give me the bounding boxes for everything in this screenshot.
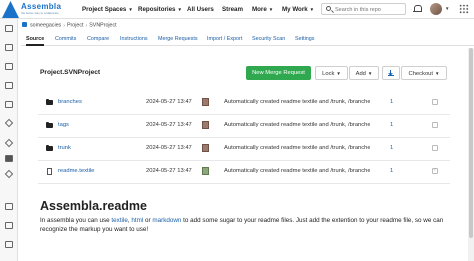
commit-date: 2024-05-27 13:47 xyxy=(146,145,192,151)
list-icon[interactable] xyxy=(5,101,13,108)
file-icon xyxy=(47,168,52,175)
revision-link[interactable]: 1 xyxy=(390,122,393,128)
breadcrumb-project[interactable]: Project xyxy=(67,23,84,29)
author-avatar[interactable] xyxy=(202,98,209,106)
help-icon[interactable] xyxy=(5,241,13,248)
table-row: tags 2024-05-27 13:47 Automatically crea… xyxy=(38,115,450,138)
download-button[interactable] xyxy=(382,66,400,80)
commit-date: 2024-05-27 13:47 xyxy=(146,122,192,128)
chevron-down-icon: ▼ xyxy=(177,7,182,12)
milestones-icon[interactable] xyxy=(4,118,14,128)
revision-link[interactable]: 1 xyxy=(390,168,393,174)
scrollbar[interactable] xyxy=(468,48,474,261)
avatar[interactable] xyxy=(430,3,442,15)
file-name-link[interactable]: tags xyxy=(58,122,69,128)
tab-source[interactable]: Source xyxy=(26,34,45,46)
nav-more[interactable]: More ▼ xyxy=(252,0,273,19)
left-sidebar xyxy=(0,19,18,261)
new-merge-request-button[interactable]: New Merge Request xyxy=(246,66,311,80)
top-bar: Assembla the better way to collaborate P… xyxy=(0,0,474,19)
readme-body: In assembla you can use textile, html or… xyxy=(40,217,444,233)
assembla-logo[interactable]: Assembla the better way to collaborate xyxy=(2,1,74,18)
commit-message: Automatically created readme textile and… xyxy=(224,122,370,128)
file-name-link[interactable]: branches xyxy=(58,99,82,105)
file-name-link[interactable]: trunk xyxy=(58,145,71,151)
back-arrow-icon[interactable] xyxy=(5,25,13,32)
commit-message: Automatically created readme textile and… xyxy=(224,145,370,151)
chevron-down-icon: ▼ xyxy=(268,7,274,12)
logo-icon xyxy=(2,1,19,18)
tab-merge-requests[interactable]: Merge Requests xyxy=(158,34,198,46)
file-table: branches 2024-05-27 13:47 Automatically … xyxy=(38,92,450,184)
nav-project-spaces[interactable]: Project Spaces ▼ xyxy=(82,0,133,19)
breadcrumb-repo[interactable]: SVNProject xyxy=(89,23,116,29)
chevron-down-icon: ▼ xyxy=(435,71,440,76)
folder-icon xyxy=(46,144,53,151)
tab-commits[interactable]: Commits xyxy=(55,34,76,46)
author-avatar[interactable] xyxy=(202,144,209,152)
row-checkbox[interactable] xyxy=(432,122,438,128)
repo-title: Project.SVNProject xyxy=(40,69,101,76)
tab-compare[interactable]: Compare xyxy=(87,34,109,46)
table-row: trunk 2024-05-27 13:47 Automatically cre… xyxy=(38,138,450,161)
search-input[interactable] xyxy=(335,5,403,14)
chevron-down-icon: ▼ xyxy=(309,7,315,12)
source-code-icon[interactable] xyxy=(5,155,13,162)
grid-icon[interactable] xyxy=(459,4,469,14)
tab-import-export[interactable]: Import / Export xyxy=(207,34,242,46)
commit-date: 2024-05-27 13:47 xyxy=(146,99,192,105)
chevron-down-icon: ▼ xyxy=(336,71,341,76)
checkout-button[interactable]: Checkout ▼ xyxy=(401,66,447,80)
space-icon xyxy=(22,22,27,27)
tab-security-scan[interactable]: Security Scan xyxy=(252,34,285,46)
table-row: readme.textile 2024-05-27 13:47 Automati… xyxy=(38,161,450,184)
settings-icon[interactable] xyxy=(5,222,13,229)
lock-button[interactable]: Lock ▼ xyxy=(315,66,348,80)
author-avatar[interactable] xyxy=(202,167,209,175)
row-checkbox[interactable] xyxy=(432,99,438,105)
textile-link[interactable]: textile xyxy=(111,217,127,224)
folder-icon xyxy=(46,121,53,128)
table-row: branches 2024-05-27 13:47 Automatically … xyxy=(38,92,450,115)
add-button[interactable]: Add ▼ xyxy=(349,66,379,80)
row-checkbox[interactable] xyxy=(432,167,438,174)
chevron-down-icon: ▼ xyxy=(367,71,373,76)
row-checkbox[interactable] xyxy=(432,145,438,151)
users-icon[interactable] xyxy=(5,203,13,210)
folder-icon xyxy=(46,98,53,105)
logo-tagline: the better way to collaborate xyxy=(21,11,59,15)
html-link[interactable]: html xyxy=(131,217,143,224)
nav-my-work[interactable]: My Work ▼ xyxy=(282,0,314,19)
commit-message: Automatically created readme textile and… xyxy=(224,168,370,174)
markdown-link[interactable]: markdown xyxy=(152,217,181,224)
nav-all-users[interactable]: All Users xyxy=(187,0,214,19)
documents-icon[interactable] xyxy=(5,63,13,70)
merge-icon[interactable] xyxy=(4,169,14,179)
search-icon[interactable] xyxy=(326,6,331,11)
file-name-link[interactable]: readme.textile xyxy=(58,168,94,174)
repo-icon[interactable] xyxy=(4,138,14,148)
tab-settings[interactable]: Settings xyxy=(295,34,314,46)
breadcrumb-space[interactable]: someegacies xyxy=(30,23,61,29)
tab-instructions[interactable]: Instructions xyxy=(120,34,148,46)
commit-message: Automatically created readme textile and… xyxy=(224,99,370,105)
nav-stream[interactable]: Stream xyxy=(222,0,243,19)
scroll-thumb[interactable] xyxy=(469,48,473,238)
nav-repositories[interactable]: Repositories ▼ xyxy=(138,0,182,19)
bell-icon[interactable] xyxy=(412,4,422,14)
chevron-down-icon: ▼ xyxy=(128,7,133,12)
logo-text: Assembla xyxy=(21,2,62,11)
chevron-down-icon[interactable]: ▼ xyxy=(445,6,449,11)
author-avatar[interactable] xyxy=(202,121,209,129)
readme-title: Assembla.readme xyxy=(40,199,148,213)
tickets-icon[interactable] xyxy=(5,44,13,51)
download-icon xyxy=(388,70,394,76)
repo-tabs: Source Commits Compare Instructions Merg… xyxy=(21,34,474,46)
breadcrumb: someegacies › Project › SVNProject xyxy=(22,22,117,32)
search-box xyxy=(321,3,406,15)
revision-link[interactable]: 1 xyxy=(390,145,393,151)
files-icon[interactable] xyxy=(5,82,13,89)
commit-date: 2024-05-27 13:47 xyxy=(146,168,192,174)
revision-link[interactable]: 1 xyxy=(390,99,393,105)
